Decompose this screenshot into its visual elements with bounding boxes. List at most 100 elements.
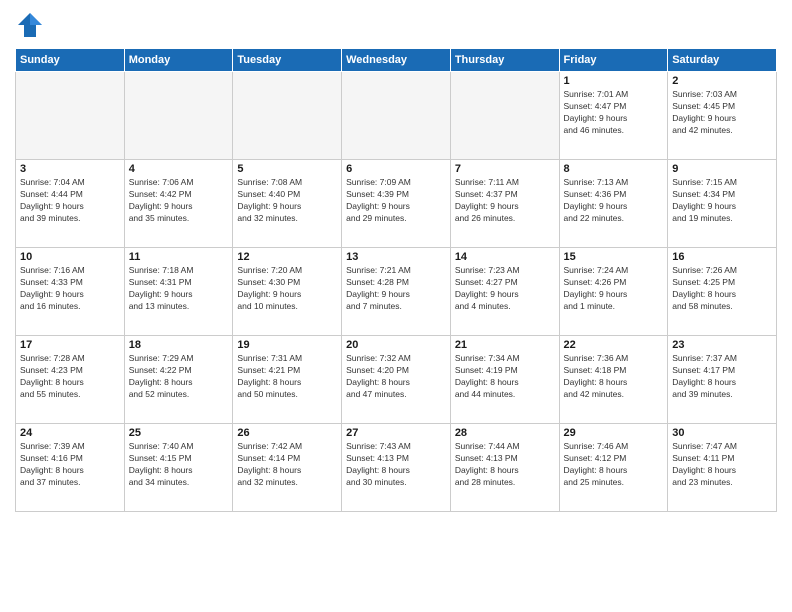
calendar-cell	[233, 72, 342, 160]
day-info: Sunrise: 7:21 AM Sunset: 4:28 PM Dayligh…	[346, 265, 446, 313]
day-info: Sunrise: 7:46 AM Sunset: 4:12 PM Dayligh…	[564, 441, 664, 489]
day-number: 9	[672, 163, 772, 175]
day-info: Sunrise: 7:06 AM Sunset: 4:42 PM Dayligh…	[129, 177, 229, 225]
day-number: 10	[20, 251, 120, 263]
calendar-cell: 12 Sunrise: 7:20 AM Sunset: 4:30 PM Dayli…	[233, 248, 342, 336]
calendar-cell: 9 Sunrise: 7:15 AM Sunset: 4:34 PM Daylig…	[668, 160, 777, 248]
calendar-cell: 21 Sunrise: 7:34 AM Sunset: 4:19 PM Dayli…	[450, 336, 559, 424]
day-info: Sunrise: 7:44 AM Sunset: 4:13 PM Dayligh…	[455, 441, 555, 489]
calendar-cell: 29 Sunrise: 7:46 AM Sunset: 4:12 PM Dayli…	[559, 424, 668, 512]
day-number: 3	[20, 163, 120, 175]
calendar-header-saturday: Saturday	[668, 49, 777, 72]
calendar-cell: 28 Sunrise: 7:44 AM Sunset: 4:13 PM Dayli…	[450, 424, 559, 512]
day-number: 24	[20, 427, 120, 439]
header	[15, 10, 777, 40]
day-info: Sunrise: 7:36 AM Sunset: 4:18 PM Dayligh…	[564, 353, 664, 401]
day-info: Sunrise: 7:28 AM Sunset: 4:23 PM Dayligh…	[20, 353, 120, 401]
day-info: Sunrise: 7:11 AM Sunset: 4:37 PM Dayligh…	[455, 177, 555, 225]
calendar-header-friday: Friday	[559, 49, 668, 72]
day-info: Sunrise: 7:39 AM Sunset: 4:16 PM Dayligh…	[20, 441, 120, 489]
calendar-cell: 4 Sunrise: 7:06 AM Sunset: 4:42 PM Daylig…	[124, 160, 233, 248]
calendar-cell: 27 Sunrise: 7:43 AM Sunset: 4:13 PM Dayli…	[342, 424, 451, 512]
day-number: 19	[237, 339, 337, 351]
calendar-cell: 20Sunrise: 7:32 AM Sunset: 4:20 PM Dayli…	[342, 336, 451, 424]
day-info: Sunrise: 7:43 AM Sunset: 4:13 PM Dayligh…	[346, 441, 446, 489]
calendar-cell: 25Sunrise: 7:40 AM Sunset: 4:15 PM Dayli…	[124, 424, 233, 512]
day-number: 14	[455, 251, 555, 263]
calendar-header-tuesday: Tuesday	[233, 49, 342, 72]
day-number: 20	[346, 339, 446, 351]
day-number: 28	[455, 427, 555, 439]
day-number: 12	[237, 251, 337, 263]
day-info: Sunrise: 7:47 AM Sunset: 4:11 PM Dayligh…	[672, 441, 772, 489]
logo-icon	[15, 10, 45, 40]
day-number: 21	[455, 339, 555, 351]
day-info: Sunrise: 7:08 AM Sunset: 4:40 PM Dayligh…	[237, 177, 337, 225]
day-info: Sunrise: 7:29 AM Sunset: 4:22 PM Dayligh…	[129, 353, 229, 401]
day-number: 8	[564, 163, 664, 175]
day-number: 25	[129, 427, 229, 439]
calendar-header-sunday: Sunday	[16, 49, 125, 72]
calendar-cell: 7 Sunrise: 7:11 AM Sunset: 4:37 PM Daylig…	[450, 160, 559, 248]
day-number: 4	[129, 163, 229, 175]
day-number: 27	[346, 427, 446, 439]
day-number: 22	[564, 339, 664, 351]
day-number: 7	[455, 163, 555, 175]
day-number: 6	[346, 163, 446, 175]
calendar-cell: 10 Sunrise: 7:16 AM Sunset: 4:33 PM Dayli…	[16, 248, 125, 336]
day-number: 5	[237, 163, 337, 175]
calendar-cell: 13 Sunrise: 7:21 AM Sunset: 4:28 PM Dayli…	[342, 248, 451, 336]
logo	[15, 10, 49, 40]
calendar-header-monday: Monday	[124, 49, 233, 72]
day-number: 16	[672, 251, 772, 263]
day-info: Sunrise: 7:13 AM Sunset: 4:36 PM Dayligh…	[564, 177, 664, 225]
day-number: 17	[20, 339, 120, 351]
day-info: Sunrise: 7:34 AM Sunset: 4:19 PM Dayligh…	[455, 353, 555, 401]
day-info: Sunrise: 7:03 AM Sunset: 4:45 PM Dayligh…	[672, 89, 772, 137]
day-info: Sunrise: 7:15 AM Sunset: 4:34 PM Dayligh…	[672, 177, 772, 225]
calendar-week-5: 24 Sunrise: 7:39 AM Sunset: 4:16 PM Dayli…	[16, 424, 777, 512]
calendar-cell: 18 Sunrise: 7:29 AM Sunset: 4:22 PM Dayli…	[124, 336, 233, 424]
calendar-week-3: 10 Sunrise: 7:16 AM Sunset: 4:33 PM Dayli…	[16, 248, 777, 336]
day-info: Sunrise: 7:37 AM Sunset: 4:17 PM Dayligh…	[672, 353, 772, 401]
calendar-cell: 17 Sunrise: 7:28 AM Sunset: 4:23 PM Dayli…	[16, 336, 125, 424]
calendar-cell: 23Sunrise: 7:37 AM Sunset: 4:17 PM Dayli…	[668, 336, 777, 424]
calendar-cell: 15 Sunrise: 7:24 AM Sunset: 4:26 PM Dayli…	[559, 248, 668, 336]
calendar-cell	[124, 72, 233, 160]
day-info: Sunrise: 7:09 AM Sunset: 4:39 PM Dayligh…	[346, 177, 446, 225]
calendar-cell: 5 Sunrise: 7:08 AM Sunset: 4:40 PM Daylig…	[233, 160, 342, 248]
day-number: 11	[129, 251, 229, 263]
calendar-cell	[16, 72, 125, 160]
calendar-cell: 24 Sunrise: 7:39 AM Sunset: 4:16 PM Dayli…	[16, 424, 125, 512]
day-info: Sunrise: 7:04 AM Sunset: 4:44 PM Dayligh…	[20, 177, 120, 225]
calendar-cell: 14 Sunrise: 7:23 AM Sunset: 4:27 PM Dayli…	[450, 248, 559, 336]
calendar-week-4: 17 Sunrise: 7:28 AM Sunset: 4:23 PM Dayli…	[16, 336, 777, 424]
calendar-cell: 8 Sunrise: 7:13 AM Sunset: 4:36 PM Daylig…	[559, 160, 668, 248]
day-info: Sunrise: 7:26 AM Sunset: 4:25 PM Dayligh…	[672, 265, 772, 313]
day-info: Sunrise: 7:24 AM Sunset: 4:26 PM Dayligh…	[564, 265, 664, 313]
calendar-cell: 26Sunrise: 7:42 AM Sunset: 4:14 PM Dayli…	[233, 424, 342, 512]
calendar-cell: 3 Sunrise: 7:04 AM Sunset: 4:44 PM Daylig…	[16, 160, 125, 248]
calendar-week-1: 1Sunrise: 7:01 AM Sunset: 4:47 PM Daylig…	[16, 72, 777, 160]
calendar-header-thursday: Thursday	[450, 49, 559, 72]
day-number: 13	[346, 251, 446, 263]
day-number: 2	[672, 75, 772, 87]
calendar-cell: 16 Sunrise: 7:26 AM Sunset: 4:25 PM Dayli…	[668, 248, 777, 336]
calendar-cell	[450, 72, 559, 160]
day-info: Sunrise: 7:20 AM Sunset: 4:30 PM Dayligh…	[237, 265, 337, 313]
day-info: Sunrise: 7:18 AM Sunset: 4:31 PM Dayligh…	[129, 265, 229, 313]
calendar-cell: 2 Sunrise: 7:03 AM Sunset: 4:45 PM Daylig…	[668, 72, 777, 160]
calendar: SundayMondayTuesdayWednesdayThursdayFrid…	[15, 48, 777, 512]
day-number: 1	[564, 75, 664, 87]
day-number: 15	[564, 251, 664, 263]
calendar-cell: 11 Sunrise: 7:18 AM Sunset: 4:31 PM Dayli…	[124, 248, 233, 336]
calendar-cell: 19Sunrise: 7:31 AM Sunset: 4:21 PM Dayli…	[233, 336, 342, 424]
day-info: Sunrise: 7:16 AM Sunset: 4:33 PM Dayligh…	[20, 265, 120, 313]
day-number: 26	[237, 427, 337, 439]
calendar-cell: 6 Sunrise: 7:09 AM Sunset: 4:39 PM Daylig…	[342, 160, 451, 248]
calendar-cell: 22 Sunrise: 7:36 AM Sunset: 4:18 PM Dayli…	[559, 336, 668, 424]
day-number: 18	[129, 339, 229, 351]
day-info: Sunrise: 7:23 AM Sunset: 4:27 PM Dayligh…	[455, 265, 555, 313]
day-number: 29	[564, 427, 664, 439]
calendar-week-2: 3 Sunrise: 7:04 AM Sunset: 4:44 PM Daylig…	[16, 160, 777, 248]
